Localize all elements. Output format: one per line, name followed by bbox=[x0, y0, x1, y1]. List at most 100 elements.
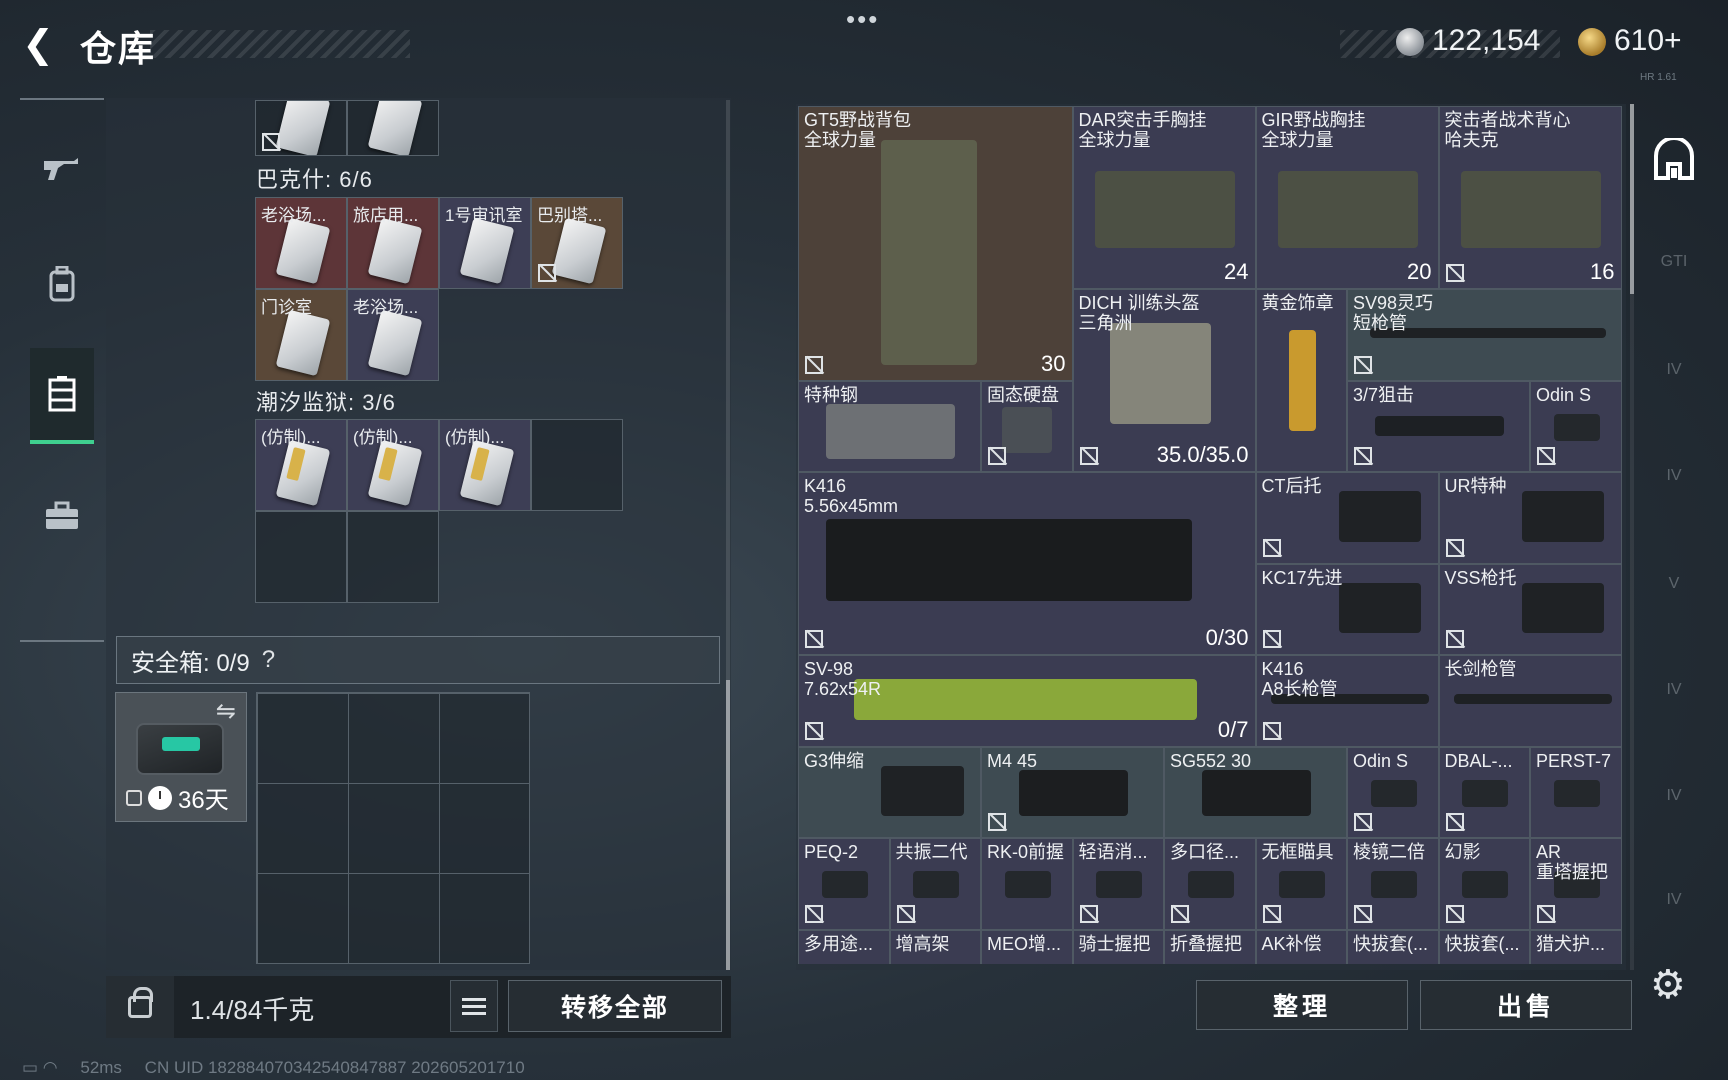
warehouse-item[interactable]: 棱镜二倍 bbox=[1347, 838, 1439, 930]
locker-icon[interactable] bbox=[30, 348, 94, 444]
key-item[interactable]: 旅店用... bbox=[347, 197, 439, 289]
warehouse-item[interactable]: 猎犬护... bbox=[1530, 929, 1622, 964]
lock-button[interactable] bbox=[106, 976, 174, 1038]
left-scrollbar-thumb[interactable] bbox=[726, 680, 730, 970]
key-item[interactable]: 门诊室 bbox=[255, 289, 347, 381]
item-graphic bbox=[1375, 416, 1504, 437]
item-graphic bbox=[1370, 779, 1417, 807]
warehouse-item[interactable]: GIR野战胸挂 全球力量 20 bbox=[1255, 106, 1439, 289]
list-icon[interactable] bbox=[450, 980, 498, 1032]
warehouse-item[interactable]: 幻影 bbox=[1438, 838, 1530, 930]
warehouse-item[interactable]: G3伸缩 bbox=[798, 746, 981, 838]
item-graphic bbox=[1110, 322, 1211, 424]
rail-tab[interactable]: IV bbox=[1648, 344, 1700, 396]
item-graphic bbox=[1461, 171, 1601, 248]
warehouse-item[interactable]: 长剑枪管 bbox=[1438, 655, 1622, 747]
inventory-cell[interactable] bbox=[531, 419, 623, 511]
warehouse-item[interactable]: 突击者战术背心 哈夫克 16 bbox=[1438, 106, 1622, 289]
rail-tab[interactable]: IV bbox=[1648, 874, 1700, 926]
inventory-cell[interactable] bbox=[347, 100, 439, 156]
rail-tab[interactable]: IV bbox=[1648, 770, 1700, 822]
item-graphic bbox=[1521, 582, 1605, 634]
key-item[interactable]: (仿制)... bbox=[255, 419, 347, 511]
item-label: 棱镜二倍 bbox=[1353, 842, 1425, 862]
warehouse-item[interactable]: PERST-7 bbox=[1530, 746, 1622, 838]
warehouse-item[interactable]: DBAL-... bbox=[1438, 746, 1530, 838]
key-item[interactable]: (仿制)... bbox=[347, 419, 439, 511]
gun-icon[interactable] bbox=[30, 120, 94, 216]
item-label: M4 45 bbox=[987, 750, 1038, 771]
warehouse-item[interactable]: 多口径... bbox=[1164, 838, 1256, 930]
sell-button[interactable]: 出售 bbox=[1420, 980, 1632, 1030]
warehouse-item[interactable]: 增高架 bbox=[889, 929, 981, 964]
home-base-icon[interactable] bbox=[1648, 134, 1700, 186]
warehouse-item[interactable]: RK-0前握 bbox=[981, 838, 1073, 930]
item-label: 快拔套(... bbox=[1444, 933, 1520, 954]
key-item[interactable]: 巴别塔... bbox=[531, 197, 623, 289]
inventory-cell[interactable] bbox=[255, 511, 347, 603]
inventory-cell[interactable] bbox=[347, 511, 439, 603]
key-item[interactable]: 1号审讯室 bbox=[439, 197, 531, 289]
key-item[interactable]: 老浴场... bbox=[255, 197, 347, 289]
warehouse-item[interactable]: Odin S bbox=[1347, 746, 1439, 838]
inventory-cell[interactable] bbox=[255, 100, 347, 156]
backpack-icon[interactable] bbox=[30, 236, 94, 332]
warehouse-item[interactable]: 黄金饰章 bbox=[1255, 289, 1347, 472]
warehouse-item[interactable]: DAR突击手胸挂 全球力量 24 bbox=[1072, 106, 1256, 289]
right-scrollbar-thumb[interactable] bbox=[1630, 104, 1634, 294]
warehouse-item[interactable]: 固态硬盘 bbox=[981, 380, 1073, 472]
warehouse-item[interactable]: SV98灵巧 短枪管 bbox=[1347, 289, 1622, 381]
gear-icon[interactable]: ⚙ bbox=[1650, 962, 1686, 1008]
warehouse-item[interactable]: PEQ-2 bbox=[798, 838, 890, 930]
warehouse-item[interactable]: 快拔套(... bbox=[1438, 929, 1530, 964]
safebox-item[interactable]: ⇋ 36天 bbox=[115, 692, 247, 822]
warehouse-item[interactable]: 共振二代 bbox=[889, 838, 981, 930]
gold-currency[interactable]: 610+ bbox=[1578, 24, 1682, 58]
help-icon[interactable]: ? bbox=[262, 646, 275, 674]
warehouse-item[interactable]: 无框瞄具 bbox=[1255, 838, 1347, 930]
key-item[interactable]: (仿制)... bbox=[439, 419, 531, 511]
warehouse-item[interactable]: GT5野战背包 全球力量 30 bbox=[798, 106, 1073, 381]
rail-tab[interactable]: V bbox=[1648, 558, 1700, 610]
warehouse-item[interactable]: K416 5.56x45mm 0/30 bbox=[798, 472, 1256, 655]
warehouse-item[interactable]: 多用途... bbox=[798, 929, 890, 964]
more-menu-button[interactable]: ••• bbox=[846, 4, 879, 35]
warehouse-item[interactable]: VSS枪托 bbox=[1438, 563, 1622, 655]
item-label: 幻影 bbox=[1444, 842, 1481, 862]
key-card bbox=[551, 217, 607, 285]
warehouse-item[interactable]: K416 A8长枪管 bbox=[1255, 655, 1439, 747]
warehouse-item[interactable]: CT后托 bbox=[1255, 472, 1439, 564]
rail-tab[interactable]: IV bbox=[1648, 664, 1700, 716]
warehouse-item[interactable]: 轻语消... bbox=[1072, 838, 1164, 930]
warehouse-item[interactable]: Odin S bbox=[1530, 380, 1622, 472]
sort-button[interactable]: 整理 bbox=[1196, 980, 1408, 1030]
briefcase-icon[interactable] bbox=[30, 468, 94, 564]
safebox-grid[interactable] bbox=[256, 692, 530, 964]
warehouse-item[interactable]: SV-98 7.62x54R 0/7 bbox=[798, 655, 1256, 747]
warehouse-item[interactable]: KC17先进 bbox=[1255, 563, 1439, 655]
warehouse-item[interactable]: AR 重塔握把 bbox=[1530, 838, 1622, 930]
warehouse-item[interactable]: MEO增... bbox=[981, 929, 1073, 964]
key-card bbox=[459, 217, 515, 285]
warehouse-item[interactable]: UR特种 bbox=[1438, 472, 1622, 564]
key-item[interactable]: 老浴场... bbox=[347, 289, 439, 381]
item-label: CT后托 bbox=[1261, 476, 1322, 496]
warehouse-item[interactable]: 骑士握把 bbox=[1072, 929, 1164, 964]
warehouse-item[interactable]: DICH 训练头盔 三角洲 35.0/35.0 bbox=[1072, 289, 1256, 472]
warehouse-item[interactable]: 特种钢 bbox=[798, 380, 981, 472]
transfer-all-button[interactable]: 转移全部 bbox=[508, 980, 722, 1032]
no-insure-icon bbox=[1262, 538, 1281, 557]
item-label: 突击者战术背心 哈夫克 bbox=[1444, 110, 1571, 150]
back-arrow-icon[interactable]: ❮ bbox=[18, 22, 58, 66]
warehouse-item[interactable]: M4 45 bbox=[981, 746, 1164, 838]
rail-tab[interactable]: GTI bbox=[1648, 236, 1700, 288]
item-label: PEQ-2 bbox=[804, 842, 859, 862]
warehouse-item[interactable]: 3/7狙击 bbox=[1347, 380, 1530, 472]
warehouse-item[interactable]: 折叠握把 bbox=[1164, 929, 1256, 964]
warehouse-item[interactable]: AK补偿 bbox=[1255, 929, 1347, 964]
warehouse-item[interactable]: 快拔套(... bbox=[1347, 929, 1439, 964]
rail-tab[interactable]: IV bbox=[1648, 450, 1700, 502]
expiry-days: 36天 bbox=[178, 787, 229, 814]
warehouse-item[interactable]: SG552 30 bbox=[1164, 746, 1347, 838]
swap-icon[interactable]: ⇋ bbox=[216, 697, 236, 726]
